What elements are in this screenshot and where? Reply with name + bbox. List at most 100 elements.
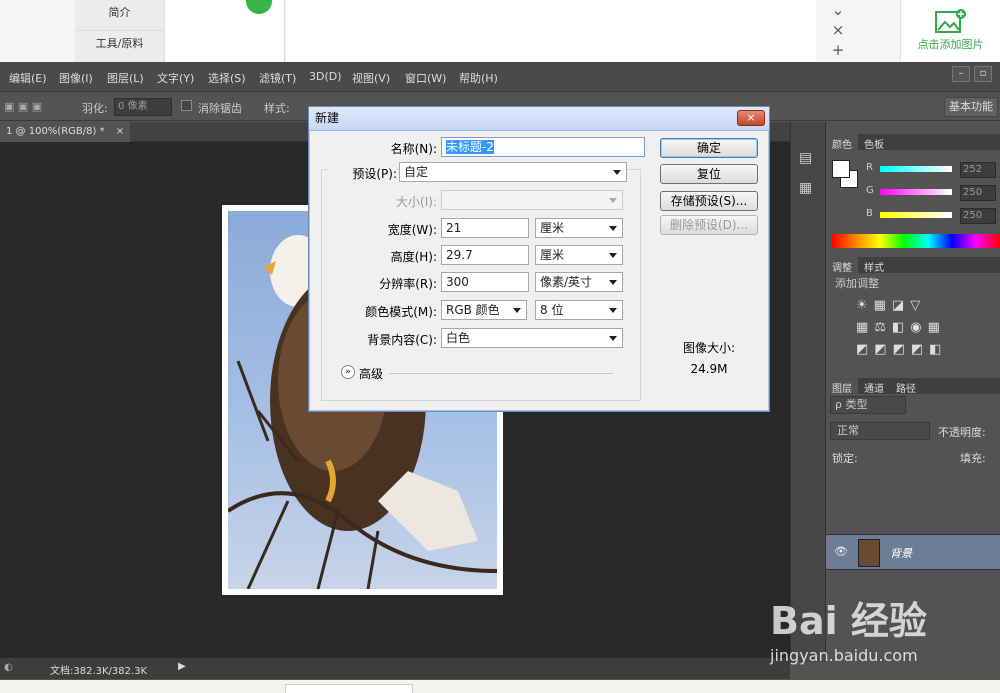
tab-swatches[interactable]: 色板 bbox=[858, 134, 890, 153]
r-value[interactable]: 252 bbox=[960, 162, 996, 178]
image-size-value: 24.9M bbox=[690, 362, 728, 376]
size-select[interactable] bbox=[441, 190, 623, 210]
dialog-close-button[interactable]: × bbox=[737, 110, 765, 126]
advanced-label[interactable]: 高级 bbox=[359, 365, 383, 382]
menu-view[interactable]: 视图(V) bbox=[352, 70, 390, 86]
menu-select[interactable]: 选择(S) bbox=[208, 70, 246, 86]
preset-select[interactable]: 自定 bbox=[399, 162, 627, 182]
layer-thumbnail bbox=[858, 539, 880, 567]
restore-button[interactable]: ▫ bbox=[974, 66, 992, 82]
width-unit-select[interactable]: 厘米 bbox=[535, 218, 623, 238]
delete-preset-button[interactable]: 删除预设(D)... bbox=[660, 215, 758, 235]
close-tab-icon[interactable]: × bbox=[116, 126, 124, 137]
adjust-row-2[interactable]: ▦⚖◧◉▦ bbox=[856, 320, 996, 342]
web-page-footer bbox=[0, 680, 1000, 693]
close-icon[interactable]: × bbox=[818, 20, 858, 40]
tab-paths[interactable]: 路径 bbox=[890, 378, 922, 397]
height-unit-select[interactable]: 厘米 bbox=[535, 245, 623, 265]
name-input[interactable]: 未标题-2 bbox=[441, 137, 645, 157]
layer-kind-filter[interactable]: ρ 类型 bbox=[830, 396, 906, 414]
antialias-checkbox[interactable] bbox=[181, 100, 192, 111]
nav-item-tools[interactable]: 工具/原料 bbox=[75, 31, 164, 62]
height-input[interactable]: 29.7 bbox=[441, 245, 529, 265]
tab-channels[interactable]: 通道 bbox=[858, 378, 890, 397]
menu-type[interactable]: 文字(Y) bbox=[157, 70, 194, 86]
doc-info: 文档:382.3K/382.3K bbox=[50, 666, 148, 677]
antialias-label: 消除锯齿 bbox=[198, 102, 242, 115]
adjustment-icons: ☀▦◪▽ ▦⚖◧◉▦ ◩◩◩◩◧ bbox=[856, 298, 996, 364]
preset-label: 预设(P): bbox=[329, 165, 397, 182]
slider-r[interactable]: R 252 bbox=[866, 162, 996, 180]
menu-image[interactable]: 图像(I) bbox=[59, 70, 93, 86]
layer-name[interactable]: 背景 bbox=[890, 545, 912, 561]
b-label: B bbox=[866, 208, 873, 219]
add-image-button[interactable]: 点击添加图片 bbox=[900, 0, 1000, 62]
adjust-row-1[interactable]: ☀▦◪▽ bbox=[856, 298, 996, 320]
menu-window[interactable]: 窗口(W) bbox=[405, 70, 446, 86]
add-image-icon bbox=[934, 9, 966, 33]
layers-panel-tabs: 图层 通道 路径 bbox=[826, 378, 1000, 397]
right-panels: 颜色 色板 R 252 G 250 B 250 调整 样式 添加调整 ☀▦◪▽ … bbox=[826, 122, 1000, 662]
b-slider-track bbox=[880, 212, 952, 218]
nav-item-intro[interactable]: 简介 bbox=[75, 0, 164, 31]
blend-mode-select[interactable]: 正常 bbox=[830, 422, 930, 440]
background-label: 背景内容(C): bbox=[367, 333, 437, 347]
document-tab[interactable]: 1 @ 100%(RGB/8) * × bbox=[0, 122, 131, 142]
resolution-input[interactable]: 300 bbox=[441, 272, 529, 292]
name-value: 未标题-2 bbox=[446, 140, 494, 154]
r-slider-track bbox=[880, 166, 952, 172]
screen: 简介 工具/原料 ⌄ × + 点击添加图片 编辑(E) 图像(I) 图层(L) … bbox=[0, 0, 1000, 693]
status-menu-arrow-icon[interactable]: ▶ bbox=[178, 661, 186, 672]
resolution-unit-select[interactable]: 像素/英寸 bbox=[535, 272, 623, 292]
status-icon[interactable]: ◐ bbox=[4, 662, 13, 673]
web-step-controls: ⌄ × + bbox=[818, 0, 858, 62]
menu-3d[interactable]: 3D(D) bbox=[309, 70, 342, 83]
tab-layers[interactable]: 图层 bbox=[826, 378, 858, 397]
foreground-color-swatch[interactable] bbox=[832, 160, 850, 178]
tab-adjustments[interactable]: 调整 bbox=[826, 257, 858, 276]
plus-icon[interactable]: + bbox=[818, 40, 858, 60]
slider-b[interactable]: B 250 bbox=[866, 208, 996, 226]
reset-button[interactable]: 复位 bbox=[660, 164, 758, 184]
feather-input[interactable]: 0 像素 bbox=[114, 98, 172, 116]
height-label: 高度(H): bbox=[390, 250, 437, 264]
menu-help[interactable]: 帮助(H) bbox=[459, 70, 498, 86]
g-value[interactable]: 250 bbox=[960, 185, 996, 201]
opacity-label: 不透明度: bbox=[938, 426, 986, 439]
color-mode-label: 颜色模式(M): bbox=[365, 305, 437, 319]
tab-color[interactable]: 颜色 bbox=[826, 134, 858, 153]
slider-g[interactable]: G 250 bbox=[866, 185, 996, 203]
image-size-label: 图像大小: bbox=[682, 341, 736, 355]
history-panel-icon[interactable]: ▤ bbox=[799, 150, 812, 166]
minimize-button[interactable]: – bbox=[952, 66, 970, 82]
selection-mode-icon[interactable]: ▣ ▣ ▣ bbox=[4, 100, 42, 113]
tab-styles[interactable]: 样式 bbox=[858, 257, 890, 276]
status-bar: ◐ 文档:382.3K/382.3K ▶ bbox=[0, 657, 790, 679]
bit-depth-select[interactable]: 8 位 bbox=[535, 300, 623, 320]
adjust-panel-tabs: 调整 样式 bbox=[826, 257, 1000, 276]
menu-filter[interactable]: 滤镜(T) bbox=[259, 70, 296, 86]
background-select[interactable]: 白色 bbox=[441, 328, 623, 348]
advanced-toggle-icon[interactable]: » bbox=[341, 365, 355, 379]
ok-button[interactable]: 确定 bbox=[660, 138, 758, 158]
add-image-label: 点击添加图片 bbox=[917, 38, 984, 51]
save-preset-button[interactable]: 存储预设(S)... bbox=[660, 191, 758, 211]
eye-icon[interactable]: 👁 bbox=[834, 545, 848, 558]
color-spectrum[interactable] bbox=[832, 234, 1000, 248]
3d-panel-icon[interactable]: ▦ bbox=[799, 180, 812, 196]
dialog-title: 新建 bbox=[309, 107, 769, 131]
b-value[interactable]: 250 bbox=[960, 208, 996, 224]
document-tab-label: 1 @ 100%(RGB/8) * bbox=[6, 126, 105, 137]
menu-layer[interactable]: 图层(L) bbox=[107, 70, 144, 86]
watermark-url: jingyan.baidu.com bbox=[770, 646, 918, 665]
style-label: 样式: bbox=[264, 102, 290, 115]
chevron-down-icon[interactable]: ⌄ bbox=[818, 0, 858, 20]
workspace-button[interactable]: 基本功能 bbox=[944, 97, 998, 117]
width-input[interactable]: 21 bbox=[441, 218, 529, 238]
menu-edit[interactable]: 编辑(E) bbox=[9, 70, 47, 86]
layer-row-background[interactable]: 👁 背景 bbox=[826, 534, 1000, 570]
menu-bar: 编辑(E) 图像(I) 图层(L) 文字(Y) 选择(S) 滤镜(T) 3D(D… bbox=[0, 62, 1000, 92]
adjust-row-3[interactable]: ◩◩◩◩◧ bbox=[856, 342, 996, 364]
color-mode-select[interactable]: RGB 颜色 bbox=[441, 300, 527, 320]
name-label: 名称(N): bbox=[390, 142, 437, 156]
